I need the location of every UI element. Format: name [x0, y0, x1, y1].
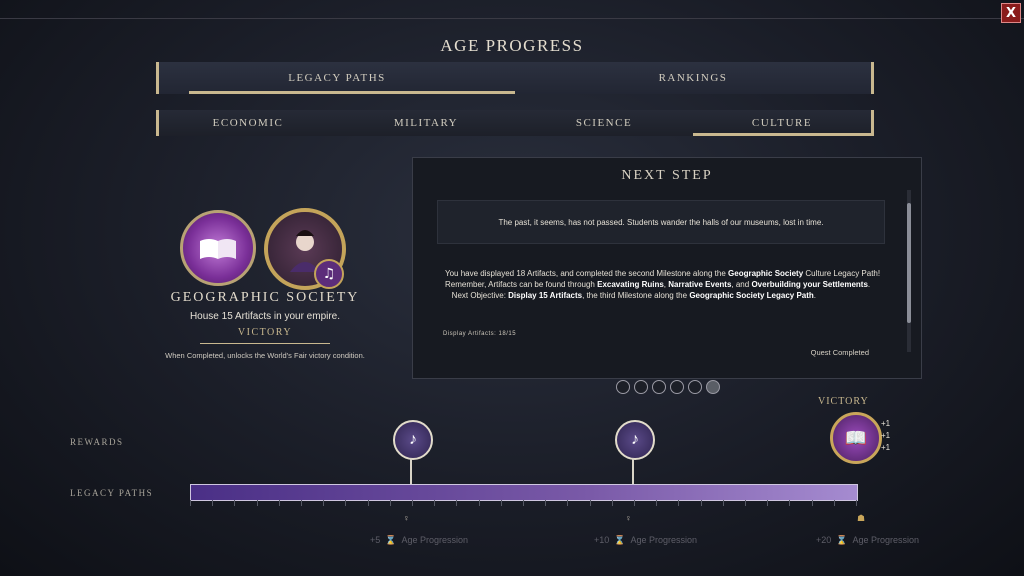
progress-label: Display Artifacts: 18/15: [443, 331, 517, 337]
milestone-label: +20 ⌛ Age Progression: [816, 535, 920, 545]
reward-node-icon[interactable]: ♪: [393, 420, 433, 460]
progress-tick: [789, 500, 791, 506]
page-dot[interactable]: [688, 380, 702, 394]
progress-tick: [367, 500, 369, 506]
progress-tick: [412, 500, 413, 506]
progress-tick: [611, 500, 613, 506]
progress-tick: [301, 500, 302, 506]
legacy-description: House 15 Artifacts in your empire.: [189, 311, 341, 322]
progress-tick: [634, 500, 635, 506]
close-button[interactable]: X: [1001, 3, 1021, 23]
progress-tick: [500, 500, 502, 506]
progress-tick: [278, 500, 280, 506]
progress-tick: [478, 500, 480, 506]
milestone-label: +10 ⌛ Age Progression: [594, 535, 698, 545]
main-tab-bar: LEGACY PATHS RANKINGS: [156, 62, 874, 94]
progress-tick: [767, 500, 769, 506]
page-dot[interactable]: [652, 380, 666, 394]
progress-tick: [389, 500, 391, 506]
progress-tick: [656, 500, 658, 506]
progress-tick: [589, 500, 591, 506]
progress-tick: [833, 500, 835, 506]
progress-tick: [811, 500, 813, 506]
next-step-title: NEXT STEP: [621, 168, 713, 183]
page-dots: [616, 380, 720, 394]
milestone-marker-icon: ☗: [857, 513, 866, 523]
tab-legacy-paths[interactable]: LEGACY PATHS: [159, 62, 515, 94]
music-note-icon: ♫: [314, 259, 344, 289]
milestone-label: +5 ⌛ Age Progression: [370, 535, 469, 545]
progress-tick: [700, 500, 702, 506]
progress-tick: [567, 500, 569, 506]
tab-culture[interactable]: CULTURE: [693, 110, 871, 136]
progress-tick: [323, 500, 325, 506]
scrollbar-thumb[interactable]: [907, 203, 911, 323]
quest-description: You have displayed 18 Artifacts, and com…: [445, 269, 881, 300]
legacy-note: When Completed, unlocks the World's Fair…: [165, 351, 365, 360]
top-border: [0, 18, 1024, 19]
progress-tick: [545, 500, 547, 506]
reward-node-icon[interactable]: ♪: [615, 420, 655, 460]
quest-status: Quest Completed: [810, 348, 869, 357]
quote-text: The past, it seems, has not passed. Stud…: [437, 200, 885, 244]
legacy-name: GEOGRAPHIC SOCIETY: [170, 290, 360, 305]
progress-tick: [456, 500, 458, 506]
legacy-type-label: VICTORY: [237, 327, 293, 338]
page-dot[interactable]: [634, 380, 648, 394]
legacy-progress-bar: [190, 484, 858, 501]
progress-tick: [745, 500, 746, 506]
progress-tick: [722, 500, 724, 506]
progress-tick: [234, 500, 236, 506]
progress-tick: [345, 500, 347, 506]
tab-military[interactable]: MILITARY: [337, 110, 515, 136]
sub-tab-bar: ECONOMIC MILITARY SCIENCE CULTURE: [156, 110, 874, 136]
reward-stem: [410, 458, 412, 484]
next-step-panel: NEXT STEP The past, it seems, has not pa…: [412, 157, 922, 379]
progress-tick: [434, 500, 436, 506]
progress-tick: [523, 500, 524, 506]
progress-ticks: [190, 500, 857, 508]
reward-stem: [632, 458, 634, 484]
progress-tick: [856, 500, 857, 506]
victory-rewards: +1 +1 +1: [881, 419, 891, 452]
progress-tick: [212, 500, 214, 506]
page-dot[interactable]: [616, 380, 630, 394]
page-dot-current[interactable]: [706, 380, 720, 394]
progress-tick: [678, 500, 680, 506]
victory-book-icon[interactable]: 📖: [830, 412, 882, 464]
rewards-label: REWARDS: [70, 437, 124, 447]
tab-rankings[interactable]: RANKINGS: [515, 62, 871, 94]
tab-science[interactable]: SCIENCE: [515, 110, 693, 136]
tab-economic[interactable]: ECONOMIC: [159, 110, 337, 136]
progress-tick: [190, 500, 191, 506]
milestone-marker-icon: ♀: [625, 513, 632, 523]
page-title: AGE PROGRESS: [440, 36, 584, 55]
page-dot[interactable]: [670, 380, 684, 394]
milestone-marker-icon: ♀: [403, 513, 410, 523]
divider: [200, 343, 330, 344]
legacy-paths-label: LEGACY PATHS: [70, 488, 154, 498]
progress-tick: [256, 500, 258, 506]
victory-label: VICTORY: [818, 396, 869, 407]
open-book-icon: [180, 210, 256, 286]
